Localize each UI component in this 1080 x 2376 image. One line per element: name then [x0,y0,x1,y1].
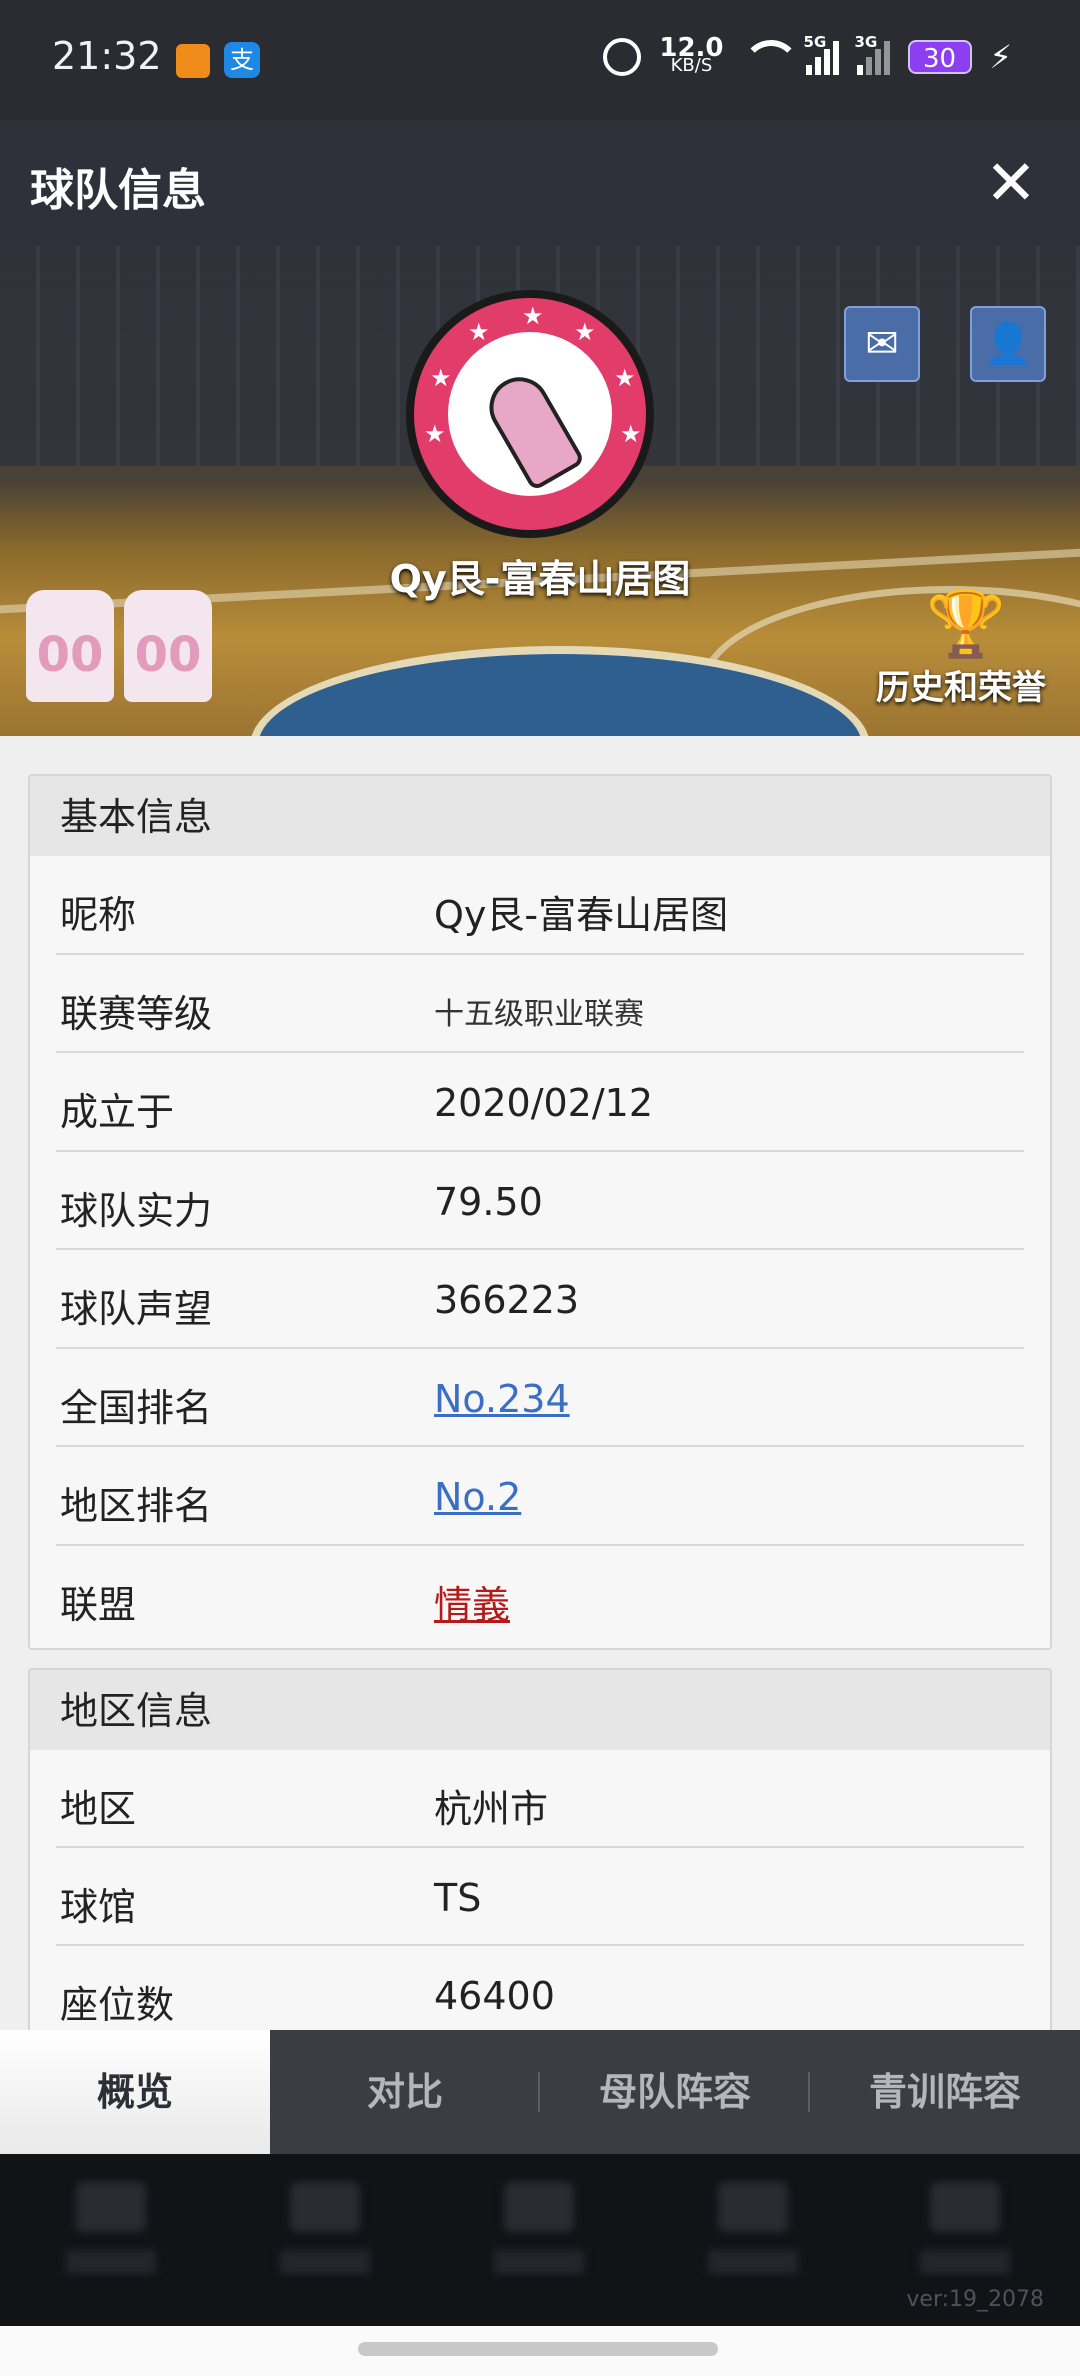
tab-compare-label: 对比 [366,2070,443,2114]
status-icons: 12.0 KB/S 5G 3G 30 ⚡ [603,32,1012,82]
row-value: 2020/02/12 [434,1081,654,1125]
network-speed: 12.0 KB/S [659,35,723,75]
rocket-mascot-icon [478,366,586,492]
tab-overview[interactable]: 概览 [0,2030,270,2154]
alarm-icon [603,38,642,76]
info-row-alliance: 联盟 情義 [56,1546,1024,1645]
info-row-strength: 球队实力 79.50 [56,1152,1024,1250]
bottom-dock-blurred: ver:19_2078 [0,2154,1080,2326]
row-label: 成立于 [60,1090,175,1134]
page-title: 球队信息 [30,165,206,216]
dock-label [920,2250,1010,2274]
alliance-link[interactable]: 情義 [434,1574,510,1629]
info-row-arena: 球馆 TS [56,1848,1024,1946]
home-indicator[interactable] [358,2342,718,2356]
info-row-nickname: 昵称 Qy艮-富春山居图 [56,856,1024,955]
row-label: 昵称 [60,893,137,937]
basic-info-title: 基本信息 [30,776,1050,856]
jersey-home-icon[interactable]: 00 [26,590,114,702]
dock-icon [718,2182,788,2232]
tab-bar: 概览 对比 母队阵容 青训阵容 [0,2030,1080,2154]
region-info-panel: 地区信息 地区 杭州市 球馆 TS 座位数 46400 [28,1668,1052,2030]
dock-label [708,2250,798,2274]
info-row-reputation: 球队声望 366223 [56,1250,1024,1349]
signal-5g-label: 5G [803,33,827,51]
row-label: 联赛等级 [60,991,213,1036]
info-row-regional-rank: 地区排名 No.2 [56,1447,1024,1546]
team-banner: ★ ★ ★ ★ ★ ★ ★ Qy艮-富春山居图 ✉ 👤 00 00 🏆 历史和荣… [0,246,1080,736]
close-icon[interactable]: ✕ [978,150,1044,216]
battery-icon: 30 [907,40,972,74]
row-label: 联盟 [60,1582,137,1627]
add-friend-button[interactable]: 👤 [970,306,1046,382]
row-label: 球馆 [60,1885,137,1929]
info-row-national-rank: 全国排名 No.234 [56,1349,1024,1447]
row-label: 地区排名 [60,1484,213,1528]
row-value: TS [434,1876,482,1920]
info-row-region: 地区 杭州市 [56,1750,1024,1848]
row-label: 球队声望 [60,1287,213,1331]
charging-icon: ⚡ [989,38,1012,76]
national-rank-link[interactable]: No.234 [434,1377,570,1421]
history-honor-label: 历史和荣誉 [876,668,1046,708]
system-nav-bar [0,2326,1080,2376]
row-value: 79.50 [434,1179,543,1224]
title-bar: 球队信息 ✕ [0,120,1080,246]
status-time: 21:32 [52,34,162,78]
mail-button[interactable]: ✉ [844,306,920,382]
row-value: 366223 [434,1278,580,1322]
row-value: 杭州市 [434,1787,549,1831]
dock-label [494,2250,584,2274]
dock-icon [930,2182,1000,2232]
history-honor-button[interactable]: 🏆 历史和荣誉 [856,590,1066,709]
dock-icon [76,2182,146,2232]
status-bar: 21:32 支 12.0 KB/S 5G 3G 30 ⚡ [0,0,1080,120]
row-value: Qy艮-富春山居图 [434,893,729,937]
team-logo[interactable]: ★ ★ ★ ★ ★ ★ ★ [406,290,654,538]
row-label: 全国排名 [60,1385,213,1430]
row-value: 十五级职业联赛 [434,996,644,1032]
row-label: 球队实力 [60,1188,213,1233]
wifi-icon [741,40,800,74]
dock-label [66,2250,156,2274]
basic-info-panel: 基本信息 昵称 Qy艮-富春山居图 联赛等级 十五级职业联赛 成立于 2020/… [28,774,1052,1650]
signal-3g-icon: 3G [855,33,890,75]
info-row-founded: 成立于 2020/02/12 [56,1053,1024,1152]
alipay-icon: 支 [224,42,260,78]
row-label: 座位数 [60,1983,175,2027]
content-area[interactable]: 基本信息 昵称 Qy艮-富春山居图 联赛等级 十五级职业联赛 成立于 2020/… [0,736,1080,2030]
tab-main-roster-label: 母队阵容 [598,2070,751,2114]
jersey-away-icon[interactable]: 00 [124,590,212,702]
dock-icon [290,2182,360,2232]
trophy-icon: 🏆 [926,588,1006,662]
team-logo-inner [448,332,612,496]
notification-app-icon [176,44,210,78]
region-info-title: 地区信息 [30,1670,1050,1750]
tab-youth-roster[interactable]: 青训阵容 [810,2030,1080,2154]
dock-icon [504,2182,574,2232]
regional-rank-link[interactable]: No.2 [434,1475,521,1519]
dock-label [280,2250,370,2274]
tab-main-roster[interactable]: 母队阵容 [540,2030,810,2154]
tab-compare[interactable]: 对比 [270,2030,540,2154]
row-value: 46400 [434,1974,555,2018]
info-row-seats: 座位数 46400 [56,1946,1024,2030]
signal-5g-icon: 5G [804,33,839,75]
info-row-league: 联赛等级 十五级职业联赛 [56,955,1024,1053]
version-label: ver:19_2078 [906,2287,1044,2312]
row-label: 地区 [60,1787,137,1831]
